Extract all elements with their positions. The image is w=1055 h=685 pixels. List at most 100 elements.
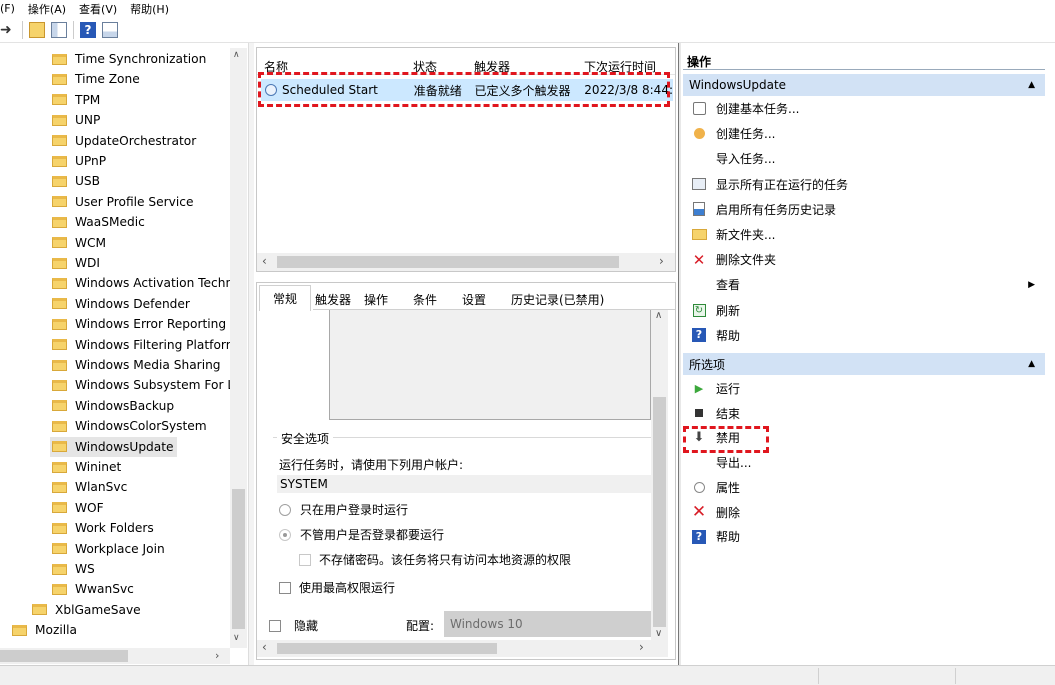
scroll-down-arrow-icon[interactable]: ∨	[655, 628, 662, 639]
tree-horizontal-scrollbar[interactable]: ›	[0, 648, 230, 664]
scroll-up-arrow-icon[interactable]: ∧	[655, 310, 662, 321]
tree-item[interactable]: WaaSMedic	[50, 212, 148, 232]
action-item[interactable]: 创建基本任务...	[683, 96, 1045, 121]
config-label: 配置:	[406, 619, 435, 633]
tree-item[interactable]: Mozilla	[10, 620, 80, 640]
scroll-left-arrow-icon[interactable]: ‹	[262, 640, 267, 654]
tree-item[interactable]: UNP	[50, 110, 103, 130]
tab-general[interactable]: 常规	[259, 285, 311, 311]
tree-item[interactable]: Work Folders	[50, 518, 157, 538]
tree-item[interactable]: Time Synchronization	[50, 49, 209, 69]
check-no-store[interactable]: 不存储密码。该任务将只有访问本地资源的权限	[299, 551, 571, 568]
show-hide-tree-icon[interactable]	[51, 21, 67, 38]
tree-item[interactable]: WDI	[50, 253, 103, 273]
tree-item[interactable]: WOF	[50, 498, 107, 518]
task-list-hscrollbar[interactable]: ‹ ›	[257, 253, 675, 271]
action-item[interactable]: 启用所有任务历史记录	[683, 197, 1045, 222]
properties-pane-icon[interactable]	[102, 21, 118, 38]
scroll-up-arrow-icon[interactable]: ∧	[233, 50, 240, 60]
tree-item[interactable]: UPnP	[50, 151, 109, 171]
tree-item[interactable]: Windows Activation Techno	[50, 273, 244, 293]
tree-item[interactable]: XblGameSave	[30, 600, 144, 620]
tree-item[interactable]: USB	[50, 171, 103, 191]
check-highest-box[interactable]	[279, 581, 291, 594]
tree-hscroll-thumb[interactable]	[0, 650, 128, 662]
tree-item[interactable]: Workplace Join	[50, 539, 168, 559]
menu-help[interactable]: 帮助(H)	[130, 1, 169, 17]
tree-item[interactable]: WS	[50, 559, 98, 579]
radio-always-circle[interactable]	[279, 528, 291, 541]
tree-item[interactable]: Windows Subsystem For Li	[50, 375, 241, 395]
action-item[interactable]: 属性	[683, 475, 1045, 500]
scroll-right-arrow-icon[interactable]: ›	[639, 640, 644, 654]
tree-scroll-thumb[interactable]	[232, 489, 245, 629]
detail-hscroll-thumb[interactable]	[277, 643, 497, 654]
task-list-hscroll-thumb[interactable]	[277, 256, 619, 268]
tab-conditions[interactable]: 条件	[413, 288, 437, 310]
tree-item[interactable]: WindowsColorSystem	[50, 416, 210, 436]
scroll-down-arrow-icon[interactable]: ∨	[233, 633, 240, 643]
menu-file[interactable]: (F)	[0, 2, 15, 15]
scroll-right-arrow-icon[interactable]: ›	[659, 254, 664, 268]
status-divider	[818, 668, 819, 684]
section-selected[interactable]: 所选项 ▲	[683, 353, 1045, 375]
tree-item[interactable]: Windows Media Sharing	[50, 355, 224, 375]
action-item[interactable]: 导出...	[683, 450, 1045, 475]
tree-item[interactable]: WwanSvc	[50, 579, 137, 599]
tab-settings[interactable]: 设置	[462, 288, 486, 310]
check-hidden[interactable]: 隐藏	[269, 617, 318, 634]
radio-always[interactable]: 不管用户是否登录都要运行	[279, 526, 444, 543]
action-item[interactable]: 显示所有正在运行的任务	[683, 172, 1045, 197]
action-item[interactable]: 查看 ▶	[683, 272, 1045, 297]
detail-vscrollbar[interactable]: ∧ ∨	[651, 310, 668, 640]
tree-item[interactable]: WindowsUpdate	[50, 436, 177, 457]
tree-item[interactable]: WlanSvc	[50, 477, 130, 497]
tree-vertical-scrollbar[interactable]: ∧ ∨	[230, 48, 247, 648]
tab-actions[interactable]: 操作	[364, 288, 388, 310]
help-icon[interactable]: ?	[80, 21, 96, 38]
scroll-left-arrow-icon[interactable]: ‹	[262, 254, 267, 268]
action-item[interactable]: ✕ 删除文件夹	[683, 247, 1045, 272]
check-no-store-box[interactable]	[299, 553, 311, 566]
action-item[interactable]: 创建任务...	[683, 121, 1045, 146]
check-hidden-box[interactable]	[269, 619, 281, 632]
description-box[interactable]	[329, 310, 651, 420]
tree-item[interactable]: WCM	[50, 233, 109, 253]
tab-history[interactable]: 历史记录(已禁用)	[511, 288, 604, 310]
action-item[interactable]: ? 帮助	[683, 524, 1045, 549]
tree-item[interactable]: Windows Error Reporting	[50, 314, 229, 334]
tree-item[interactable]: TPM	[50, 90, 103, 110]
tree-item[interactable]: Time Zone	[50, 69, 143, 89]
menu-action[interactable]: 操作(A)	[28, 1, 66, 17]
tree-item[interactable]: Windows Defender	[50, 294, 193, 314]
action-item[interactable]: 新文件夹...	[683, 222, 1045, 247]
forward-arrow-icon[interactable]: ➜	[0, 22, 16, 38]
action-item[interactable]: ↻ 刷新	[683, 298, 1045, 323]
action-item[interactable]: ? 帮助	[683, 323, 1045, 348]
tree-item[interactable]: Windows Filtering Platform	[50, 335, 241, 355]
detail-hscrollbar[interactable]: ‹ ›	[257, 640, 668, 657]
detail-scroll-thumb[interactable]	[653, 397, 666, 627]
tree-item[interactable]: User Profile Service	[50, 192, 196, 212]
action-item[interactable]: ✕ 删除	[683, 500, 1045, 525]
tree-item[interactable]: Wininet	[50, 457, 124, 477]
radio-logged-on[interactable]: 只在用户登录时运行	[279, 501, 408, 518]
section-windowsupdate[interactable]: WindowsUpdate ▲	[683, 74, 1045, 96]
action-item[interactable]: ▶ 运行	[683, 376, 1045, 401]
action-item[interactable]: 结束	[683, 401, 1045, 426]
action-item[interactable]: 导入任务...	[683, 146, 1045, 171]
folder-up-icon[interactable]	[29, 21, 45, 38]
tree-item[interactable]: WindowsBackup	[50, 396, 177, 416]
config-select[interactable]: Windows 10	[444, 611, 654, 637]
actions-pane-divider[interactable]	[678, 43, 681, 665]
folder-icon	[52, 359, 67, 371]
tree-pane-divider[interactable]	[248, 43, 254, 665]
tree-item[interactable]: UpdateOrchestrator	[50, 131, 199, 151]
menu-view[interactable]: 查看(V)	[79, 1, 117, 17]
collapse-up-icon[interactable]: ▲	[1028, 80, 1035, 90]
radio-logged-on-circle[interactable]	[279, 503, 291, 516]
tab-triggers[interactable]: 触发器	[315, 288, 351, 310]
scroll-right-arrow-icon[interactable]: ›	[215, 649, 219, 662]
collapse-up-icon[interactable]: ▲	[1028, 359, 1035, 369]
check-highest[interactable]: 使用最高权限运行	[279, 579, 395, 596]
